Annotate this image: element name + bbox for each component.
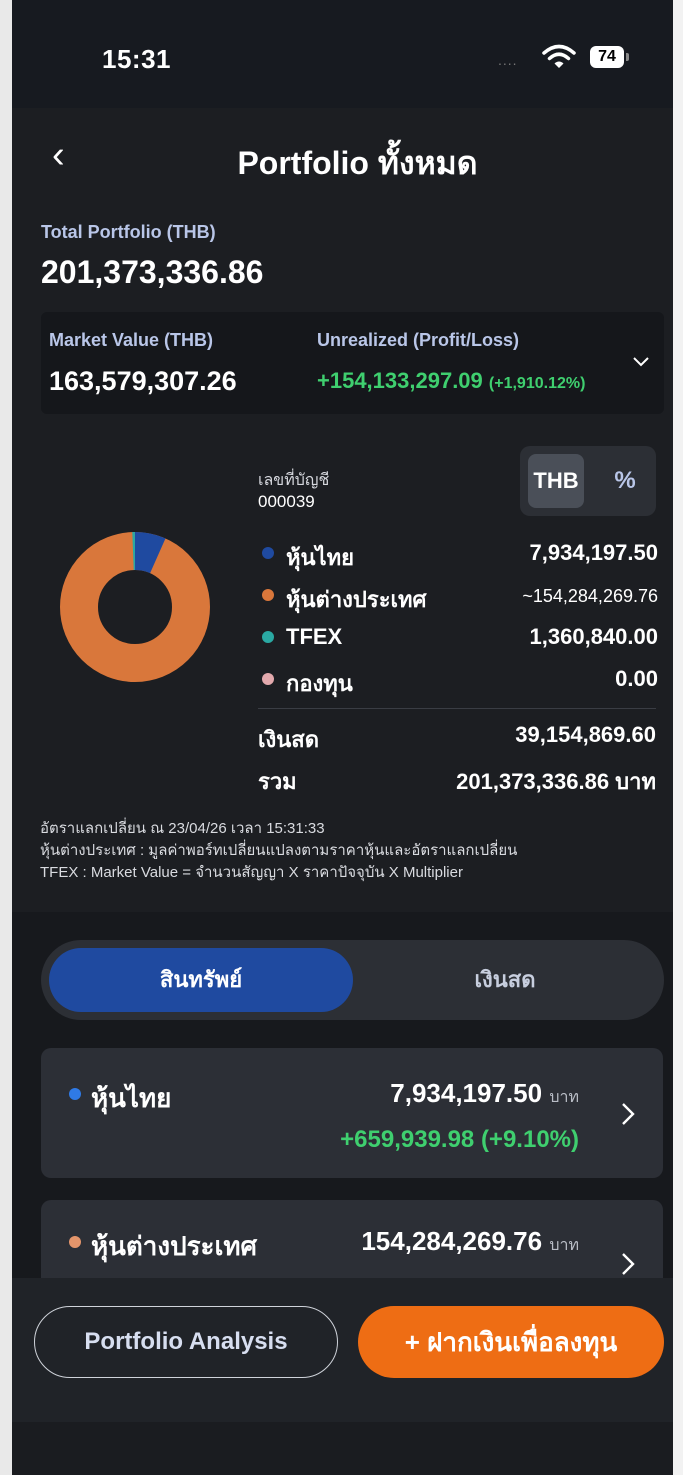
sum-value: 201,373,336.86 บาท bbox=[456, 769, 656, 794]
home-indicator-area bbox=[12, 1422, 673, 1475]
legend-dot bbox=[262, 589, 274, 601]
toggle-percent-button[interactable]: % bbox=[600, 454, 650, 508]
card-amount: 7,934,197.50 bbox=[390, 1078, 543, 1108]
allocation-donut-chart bbox=[60, 532, 210, 682]
total-portfolio-label: Total Portfolio (THB) bbox=[41, 222, 216, 242]
card-value: 154,284,269.76 บาท bbox=[361, 1226, 579, 1258]
footnotes: อัตราแลกเปลี่ยน ณ 23/04/26 เวลา 15:31:33… bbox=[40, 818, 517, 884]
page-title: Portfolio ทั้งหมด bbox=[237, 145, 478, 181]
chevron-down-icon[interactable] bbox=[632, 356, 650, 368]
card-dot bbox=[69, 1088, 81, 1100]
asset-card-thai[interactable]: หุ้นไทย 7,934,197.50 บาท +659,939.98 (+9… bbox=[41, 1048, 663, 1178]
battery-tip bbox=[626, 53, 629, 61]
donut-segment-thai bbox=[134, 532, 166, 574]
card-unit: บาท bbox=[549, 1089, 579, 1106]
legend-name: หุ้นต่างประเทศ bbox=[286, 587, 427, 612]
legend-row-foreign: หุ้นต่างประเทศ ~154,284,269.76 bbox=[258, 580, 658, 612]
legend-name: TFEX bbox=[286, 624, 343, 649]
legend-dot bbox=[262, 631, 274, 643]
cash-value: 39,154,869.60 bbox=[515, 722, 656, 747]
market-value-label: Market Value (THB) bbox=[49, 330, 214, 350]
card-profit-loss: +659,939.98 (+9.10%) bbox=[340, 1126, 579, 1153]
card-amount: 154,284,269.76 bbox=[361, 1226, 543, 1256]
card-name: หุ้นไทย bbox=[91, 1083, 172, 1113]
card-value: 7,934,197.50 บาท bbox=[390, 1078, 579, 1110]
market-value-panel[interactable]: Market Value (THB) 163,579,307.26 Unreal… bbox=[41, 312, 664, 414]
total-portfolio-value: 201,373,336.86 bbox=[41, 254, 264, 290]
battery-icon: 74 bbox=[590, 46, 624, 68]
legend-value: ~154,284,269.76 bbox=[522, 586, 658, 606]
note-exchange-rate: อัตราแลกเปลี่ยน ณ 23/04/26 เวลา 15:31:33 bbox=[40, 820, 325, 837]
card-unit: บาท bbox=[549, 1237, 579, 1254]
portfolio-analysis-button[interactable]: Portfolio Analysis bbox=[34, 1306, 338, 1378]
unrealized-amount: +154,133,297.09 bbox=[317, 368, 483, 393]
currency-toggle: THB % bbox=[520, 446, 656, 516]
bottom-action-bar: Portfolio Analysis + ฝากเงินเพื่อลงทุน bbox=[12, 1278, 673, 1422]
signal-icon: .... bbox=[498, 52, 518, 68]
segment-control: สินทรัพย์ เงินสด bbox=[41, 940, 664, 1020]
chevron-right-icon bbox=[622, 1253, 635, 1275]
legend-name: กองทุน bbox=[286, 671, 353, 696]
tab-cash[interactable]: เงินสด bbox=[353, 948, 657, 1012]
market-value: 163,579,307.26 bbox=[49, 366, 237, 396]
note-tfex: TFEX : Market Value = จำนวนสัญญา X ราคาป… bbox=[40, 864, 463, 881]
account-number: 000039 bbox=[258, 492, 315, 511]
unrealized-value: +154,133,297.09 (+1,910.12%) bbox=[317, 368, 585, 394]
app-screen: 15:31 .... 74 ‹ Portfolio ทั้งหมด Total … bbox=[12, 0, 673, 1475]
account-label: เลขที่บัญชี bbox=[258, 472, 330, 489]
chevron-right-icon bbox=[622, 1103, 635, 1125]
right-edge bbox=[673, 0, 683, 1475]
legend-dot bbox=[262, 673, 274, 685]
toggle-thb-button[interactable]: THB bbox=[528, 454, 584, 508]
tab-assets[interactable]: สินทรัพย์ bbox=[49, 948, 353, 1012]
legend-value: 0.00 bbox=[615, 666, 658, 691]
note-foreign: หุ้นต่างประเทศ : มูลค่าพอร์ทเปลี่ยนแปลงต… bbox=[40, 842, 518, 859]
status-bar: 15:31 .... 74 bbox=[12, 0, 673, 108]
unrealized-label: Unrealized (Profit/Loss) bbox=[317, 330, 520, 350]
left-edge bbox=[0, 0, 12, 1475]
legend-divider bbox=[258, 708, 656, 709]
legend-row-thai: หุ้นไทย 7,934,197.50 bbox=[258, 538, 658, 570]
unrealized-percent: (+1,910.12%) bbox=[488, 375, 586, 392]
card-dot bbox=[69, 1236, 81, 1248]
card-name: หุ้นต่างประเทศ bbox=[91, 1231, 258, 1261]
wifi-icon bbox=[542, 44, 576, 68]
legend-dot bbox=[262, 547, 274, 559]
deposit-button[interactable]: + ฝากเงินเพื่อลงทุน bbox=[358, 1306, 664, 1378]
legend-row-fund: กองทุน 0.00 bbox=[258, 664, 658, 696]
page-header: ‹ Portfolio ทั้งหมด bbox=[12, 108, 673, 208]
legend-value: 1,360,840.00 bbox=[529, 624, 658, 649]
sum-label: รวม bbox=[258, 769, 297, 794]
legend-name: หุ้นไทย bbox=[286, 545, 354, 570]
legend-value: 7,934,197.50 bbox=[529, 540, 658, 565]
legend-row-tfex: TFEX 1,360,840.00 bbox=[258, 622, 658, 654]
status-time: 15:31 bbox=[102, 44, 171, 74]
cash-label: เงินสด bbox=[258, 727, 320, 752]
